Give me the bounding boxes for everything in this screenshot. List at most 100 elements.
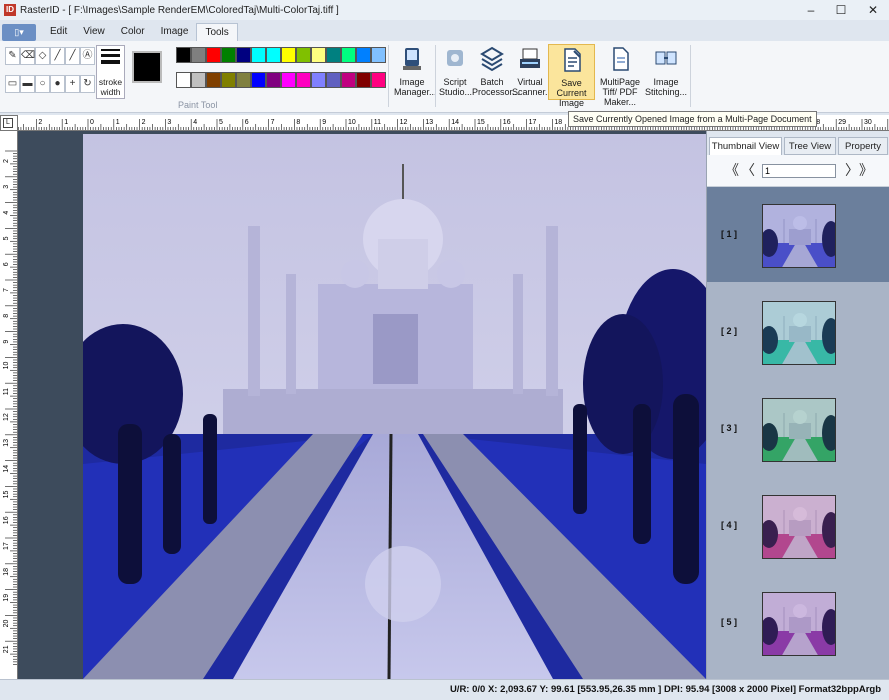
tab-tree-view[interactable]: Tree View (784, 137, 836, 155)
pencil-icon[interactable]: ✎ (5, 47, 20, 65)
tab-property[interactable]: Property (838, 137, 888, 155)
script-studio-button[interactable]: Script Studio... (439, 44, 472, 100)
palette-swatch[interactable] (176, 72, 191, 88)
palette-swatch[interactable] (356, 47, 371, 63)
thumbnail-item[interactable]: [ 3 ] (707, 381, 889, 476)
palette-swatch[interactable] (191, 47, 206, 63)
palette-swatch[interactable] (206, 72, 221, 88)
ruler-label: 20 (3, 620, 10, 628)
ruler-label: 17 (529, 119, 537, 126)
ruler-label: 5 (219, 119, 223, 126)
rect-fill-icon[interactable]: ▬ (20, 75, 35, 93)
thumbnail-page-label: [ 4 ] (721, 520, 738, 530)
taj-mahal-image[interactable] (83, 134, 706, 679)
save-current-image-button[interactable]: Save Current Image (548, 44, 595, 108)
palette-swatch[interactable] (311, 72, 326, 88)
ruler-label: 10 (3, 362, 10, 370)
line-icon[interactable]: ╱ (65, 47, 80, 65)
palette-swatch[interactable] (371, 47, 386, 63)
text-icon[interactable]: Ⓐ (80, 47, 95, 65)
thumbnail-item[interactable]: [ 4 ] (707, 478, 889, 573)
tab-thumbnail-view[interactable]: Thumbnail View (709, 137, 782, 155)
vertical-ruler: 2 3 4 5 6 7 8 9 10 11 12 13 14 15 16 17 18 19 20 21 (0, 131, 18, 679)
image-canvas[interactable] (18, 131, 706, 679)
menu-image[interactable]: Image (153, 23, 197, 41)
palette-swatch[interactable] (281, 72, 296, 88)
rotate-icon[interactable]: ↻ (80, 75, 95, 93)
ruler-label: 12 (400, 119, 408, 126)
palette-swatch[interactable] (311, 47, 326, 63)
ruler-label: 2 (38, 119, 42, 126)
palette-swatch[interactable] (206, 47, 221, 63)
palette-swatch[interactable] (236, 47, 251, 63)
first-page-icon[interactable]: 《 (725, 163, 739, 177)
menu-view[interactable]: View (75, 23, 113, 41)
next-page-icon[interactable]: 〉 (845, 163, 859, 177)
fill-icon[interactable]: ◇ (35, 47, 50, 65)
thumbnail-image[interactable] (762, 204, 836, 268)
ellipse-fill-icon[interactable]: ● (50, 75, 65, 93)
thumbnail-image[interactable] (762, 301, 836, 365)
eyedropper-icon[interactable]: ╱ (50, 47, 65, 65)
ruler-label: 30 (864, 119, 872, 126)
multipage-maker-button[interactable]: MultiPage Tiff/ PDF Maker... (596, 44, 644, 107)
palette-swatch[interactable] (176, 47, 191, 63)
palette-swatch[interactable] (281, 47, 296, 63)
menu-color[interactable]: Color (113, 23, 153, 41)
batch-processor-icon (480, 46, 504, 72)
image-stitching-button[interactable]: Image Stitching... (645, 44, 687, 100)
ruler-label: 5 (3, 236, 10, 240)
ruler-label: 16 (503, 119, 511, 126)
palette-swatch[interactable] (221, 72, 236, 88)
palette-swatch[interactable] (221, 47, 236, 63)
ruler-label: 11 (374, 119, 381, 126)
palette-swatch[interactable] (191, 72, 206, 88)
palette-swatch[interactable] (356, 72, 371, 88)
thumbnail-image[interactable] (762, 495, 836, 559)
palette-swatch[interactable] (266, 47, 281, 63)
ribbon: ✎ ⌫ ◇ ╱ ╱ Ⓐ ▭ ▬ ○ ● + ↻ stroke width Paint Tool Ima… (0, 41, 889, 113)
palette-swatch[interactable] (296, 47, 311, 63)
eraser-icon[interactable]: ⌫ (20, 47, 35, 65)
minimize-icon[interactable]: – (796, 0, 826, 20)
palette-swatch[interactable] (266, 72, 281, 88)
ruler-label: 4 (193, 119, 197, 126)
last-page-icon[interactable]: 》 (859, 163, 873, 177)
batch-processor-button[interactable]: Batch Processor... (472, 44, 520, 100)
crosshair-icon[interactable]: + (65, 75, 80, 93)
selected-color-swatch[interactable] (132, 51, 162, 83)
palette-swatch[interactable] (341, 72, 356, 88)
thumbnail-image[interactable] (762, 398, 836, 462)
ruler-label: 18 (3, 568, 10, 576)
stroke-width-icon (97, 49, 124, 64)
rect-outline-icon[interactable]: ▭ (5, 75, 20, 93)
palette-swatch[interactable] (326, 47, 341, 63)
palette-swatch[interactable] (341, 47, 356, 63)
ruler-label: 9 (3, 340, 10, 344)
palette-swatch[interactable] (251, 47, 266, 63)
ruler-corner[interactable]: L (0, 115, 18, 131)
palette-swatch[interactable] (371, 72, 386, 88)
palette-swatch[interactable] (236, 72, 251, 88)
palette-swatch[interactable] (326, 72, 341, 88)
image-manager-button[interactable]: Image Manager... (394, 44, 437, 100)
close-icon[interactable]: ✕ (858, 0, 888, 20)
thumbnail-navigation: 《 〈 〉 》 (707, 155, 889, 187)
previous-page-icon[interactable]: 〈 (741, 163, 755, 177)
ellipse-outline-icon[interactable]: ○ (35, 75, 50, 93)
thumbnail-image[interactable] (762, 592, 836, 656)
palette-swatch[interactable] (251, 72, 266, 88)
menu-bar: ▯▾ Edit View Color Image Tools (0, 21, 889, 41)
file-menu-button[interactable]: ▯▾ (2, 24, 36, 41)
thumbnail-item[interactable]: [ 5 ] (707, 575, 889, 670)
ruler-label: 21 (3, 645, 10, 653)
maximize-icon[interactable]: ☐ (826, 0, 856, 20)
thumbnail-item[interactable]: [ 2 ] (707, 284, 889, 379)
ruler-label: 15 (3, 491, 10, 499)
virtual-scanner-button[interactable]: Virtual Scanner... (512, 44, 553, 100)
palette-swatch[interactable] (296, 72, 311, 88)
menu-tools[interactable]: Tools (196, 23, 238, 41)
menu-edit[interactable]: Edit (42, 23, 75, 41)
thumbnail-item[interactable]: [ 1 ] (707, 187, 889, 282)
page-number-input[interactable] (762, 164, 836, 178)
